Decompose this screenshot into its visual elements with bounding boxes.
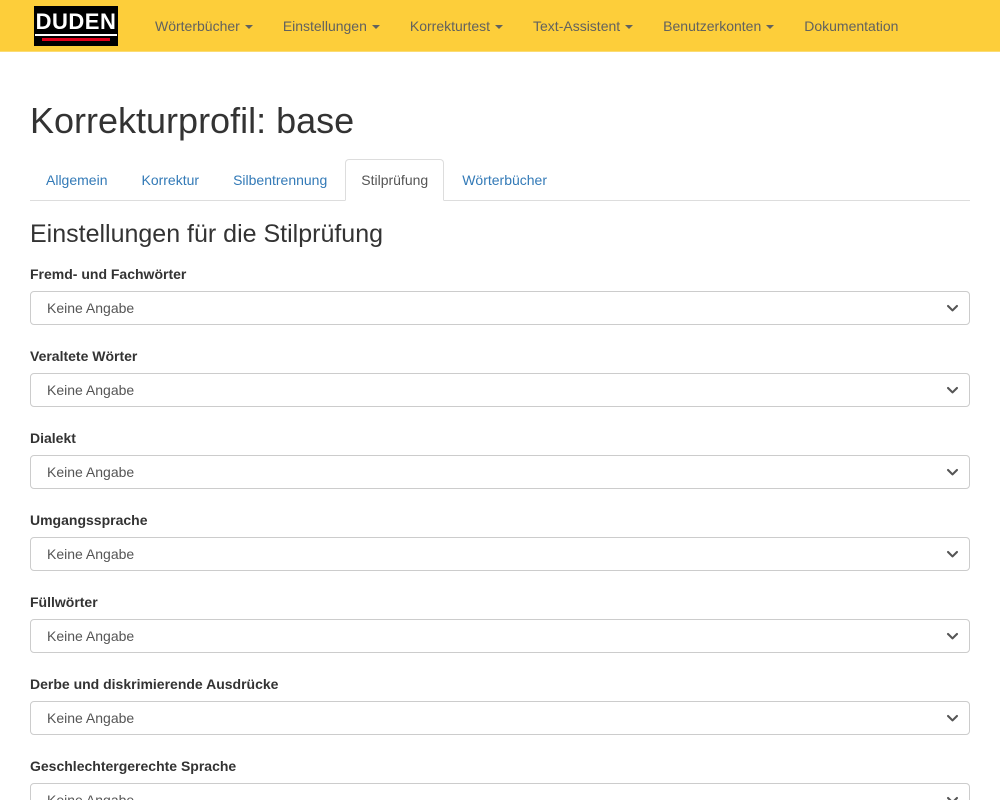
field-fremd-und-fachwoerter: Fremd- und Fachwörter Keine Angabe xyxy=(30,264,970,325)
geschlechtergerechte-sprache-select[interactable]: Keine Angabe xyxy=(30,783,970,800)
derbe-ausdruecke-select[interactable]: Keine Angabe xyxy=(30,701,970,735)
nav-item-label: Benutzerkonten xyxy=(663,18,761,34)
main-content: Korrekturprofil: base Allgemein Korrektu… xyxy=(0,101,1000,800)
dialekt-select[interactable]: Keine Angabe xyxy=(30,455,970,489)
field-label: Veraltete Wörter xyxy=(30,346,970,366)
brand-logo[interactable]: DUDEN xyxy=(34,6,118,46)
chevron-down-icon xyxy=(625,25,633,29)
top-navbar: DUDEN Wörterbücher Einstellungen Korrekt… xyxy=(0,0,1000,52)
tab-stilpruefung[interactable]: Stilprüfung xyxy=(345,159,444,201)
chevron-down-icon xyxy=(245,25,253,29)
profile-tabs: Allgemein Korrektur Silbentrennung Stilp… xyxy=(30,159,970,201)
field-fuellwoerter: Füllwörter Keine Angabe xyxy=(30,592,970,653)
nav-item-benutzerkonten[interactable]: Benutzerkonten xyxy=(648,1,789,51)
tab-woerterbuecher[interactable]: Wörterbücher xyxy=(446,159,563,201)
veraltete-woerter-select[interactable]: Keine Angabe xyxy=(30,373,970,407)
page-title: Korrekturprofil: base xyxy=(30,101,970,141)
fremd-und-fachwoerter-select[interactable]: Keine Angabe xyxy=(30,291,970,325)
nav-item-dokumentation[interactable]: Dokumentation xyxy=(789,1,913,51)
nav-item-label: Dokumentation xyxy=(804,18,898,34)
field-label: Füllwörter xyxy=(30,592,970,612)
nav-item-label: Einstellungen xyxy=(283,18,367,34)
nav-item-korrekturtest[interactable]: Korrekturtest xyxy=(395,1,518,51)
field-label: Fremd- und Fachwörter xyxy=(30,264,970,284)
field-geschlechtergerechte-sprache: Geschlechtergerechte Sprache Keine Angab… xyxy=(30,756,970,800)
brand-wordmark: DUDEN xyxy=(35,11,118,36)
chevron-down-icon xyxy=(372,25,380,29)
umgangssprache-select[interactable]: Keine Angabe xyxy=(30,537,970,571)
nav-item-label: Text-Assistent xyxy=(533,18,620,34)
nav-item-woerterbuecher[interactable]: Wörterbücher xyxy=(140,1,268,51)
nav-item-einstellungen[interactable]: Einstellungen xyxy=(268,1,395,51)
field-derbe-und-diskrimierende-ausdruecke: Derbe und diskrimierende Ausdrücke Keine… xyxy=(30,674,970,735)
tab-silbentrennung[interactable]: Silbentrennung xyxy=(217,159,343,201)
nav-item-label: Wörterbücher xyxy=(155,18,240,34)
field-label: Geschlechtergerechte Sprache xyxy=(30,756,970,776)
nav-item-text-assistent[interactable]: Text-Assistent xyxy=(518,1,648,51)
tab-allgemein[interactable]: Allgemein xyxy=(30,159,123,201)
field-umgangssprache: Umgangssprache Keine Angabe xyxy=(30,510,970,571)
chevron-down-icon xyxy=(495,25,503,29)
field-label: Dialekt xyxy=(30,428,970,448)
field-veraltete-woerter: Veraltete Wörter Keine Angabe xyxy=(30,346,970,407)
nav-item-label: Korrekturtest xyxy=(410,18,490,34)
fuellwoerter-select[interactable]: Keine Angabe xyxy=(30,619,970,653)
field-dialekt: Dialekt Keine Angabe xyxy=(30,428,970,489)
tab-korrektur[interactable]: Korrektur xyxy=(125,159,215,201)
chevron-down-icon xyxy=(766,25,774,29)
brand-red-underline xyxy=(42,38,110,41)
field-label: Umgangssprache xyxy=(30,510,970,530)
navbar-menu: Wörterbücher Einstellungen Korrekturtest… xyxy=(140,1,913,51)
section-title: Einstellungen für die Stilprüfung xyxy=(30,220,970,248)
field-label: Derbe und diskrimierende Ausdrücke xyxy=(30,674,970,694)
